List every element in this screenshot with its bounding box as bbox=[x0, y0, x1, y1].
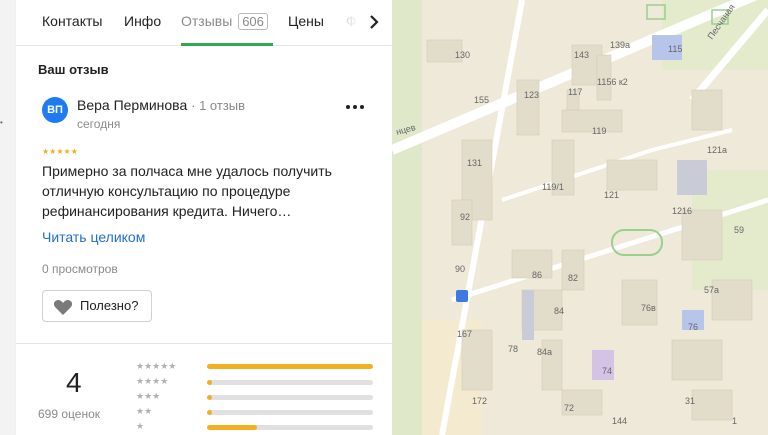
building-number: 78 bbox=[508, 344, 518, 354]
building-number: 121а bbox=[707, 145, 727, 155]
rating-row-bar bbox=[207, 425, 373, 430]
building-number: 131 bbox=[467, 158, 482, 168]
building-number: 57а bbox=[704, 285, 719, 295]
more-dots-icon bbox=[346, 105, 364, 109]
author-name[interactable]: Вера Перминова bbox=[77, 97, 187, 113]
tab-bar: Контакты Инфо Отзывы 606 Цены Ф bbox=[16, 0, 392, 46]
building-number: 1 bbox=[732, 416, 737, 426]
building-number: 76 bbox=[688, 322, 698, 332]
your-review-heading: Ваш отзыв bbox=[38, 62, 109, 77]
rating-bar-fill bbox=[207, 380, 212, 385]
chevron-right-icon bbox=[370, 15, 379, 29]
building-number: 76в bbox=[641, 303, 656, 313]
building-number: 72 bbox=[564, 403, 574, 413]
building-number: 117 bbox=[568, 87, 582, 97]
tabs-next-button[interactable] bbox=[364, 10, 384, 34]
rating-bar-fill bbox=[207, 395, 212, 400]
rating-row-bar bbox=[207, 395, 373, 400]
building-number: 84а bbox=[537, 347, 552, 357]
heart-icon bbox=[53, 300, 73, 315]
rating-bar-fill bbox=[207, 410, 212, 415]
tab-prices[interactable]: Цены bbox=[288, 13, 324, 29]
rating-bar-fill bbox=[207, 364, 373, 369]
rating-value: 4 bbox=[66, 367, 82, 398]
building-number: 144 bbox=[612, 416, 627, 426]
views-count: 0 просмотров bbox=[42, 262, 118, 276]
building-number: 59 bbox=[734, 225, 744, 235]
reviews-panel: Контакты Инфо Отзывы 606 Цены Ф Ваш отзы… bbox=[16, 0, 392, 435]
building-number: 172 bbox=[472, 396, 487, 406]
building-number: 121 bbox=[604, 190, 619, 200]
building-number: 130 bbox=[455, 50, 470, 60]
section-divider bbox=[16, 343, 392, 344]
building-number: 123 bbox=[524, 90, 539, 100]
tab-info[interactable]: Инфо bbox=[124, 13, 161, 29]
building-number: 74 bbox=[602, 366, 612, 376]
rating-row-stars: ★★ bbox=[136, 406, 153, 416]
building-number: 31 bbox=[685, 396, 695, 406]
building-number: 86 bbox=[532, 270, 542, 280]
building-number: 84 bbox=[554, 306, 564, 316]
building-number: 139а bbox=[610, 40, 630, 50]
building-number: 92 bbox=[460, 212, 470, 222]
rating-count: 699 оценок bbox=[38, 407, 100, 421]
review-stars: ★★★★★ bbox=[42, 147, 78, 156]
read-more-link[interactable]: Читать целиком bbox=[42, 229, 145, 245]
review-text: Примерно за полчаса мне удалось получить… bbox=[42, 163, 332, 219]
review-author: Вера Перминова · 1 отзыв bbox=[77, 97, 245, 113]
building-number: 167 bbox=[457, 329, 472, 339]
review-menu-button[interactable] bbox=[344, 99, 366, 115]
rating-row-bar bbox=[207, 380, 373, 385]
building-number: 1156 к2 bbox=[597, 77, 628, 87]
tab-contacts[interactable]: Контакты bbox=[42, 13, 102, 29]
left-edge-mark: • bbox=[0, 118, 3, 127]
left-background-strip bbox=[0, 0, 16, 435]
rating-bar-fill bbox=[207, 425, 257, 430]
rating-row-stars: ★★★ bbox=[136, 391, 161, 401]
building-number: 1216 bbox=[672, 206, 692, 216]
rating-row-bar bbox=[207, 410, 373, 415]
useful-button[interactable]: Полезно? bbox=[42, 290, 152, 322]
review-date: сегодня bbox=[77, 117, 121, 131]
building-number: 119/1 bbox=[542, 182, 564, 192]
reviews-count-badge: 606 bbox=[238, 13, 268, 30]
building-number: 119 bbox=[592, 126, 606, 136]
building-number: 115 bbox=[668, 44, 682, 54]
tab-reviews[interactable]: Отзывы 606 bbox=[181, 13, 268, 30]
rating-row-stars: ★ bbox=[136, 421, 145, 431]
tab-reviews-label: Отзывы bbox=[181, 13, 233, 29]
avatar[interactable]: ВП bbox=[42, 97, 68, 123]
author-review-count: · 1 отзыв bbox=[191, 98, 246, 113]
useful-label: Полезно? bbox=[80, 298, 139, 313]
building-number: 143 bbox=[574, 50, 589, 60]
building-number: 82 bbox=[568, 273, 578, 283]
rating-row-bar bbox=[207, 364, 373, 369]
active-tab-underline bbox=[181, 43, 273, 46]
rating-row-stars: ★★★★★ bbox=[136, 361, 177, 371]
building-number: 90 bbox=[455, 264, 465, 274]
map[interactable]: Песчаная нцев 130 143 139а 115 1156 к2 1… bbox=[392, 0, 768, 435]
rating-row-stars: ★★★★ bbox=[136, 376, 169, 386]
building-number: 155 bbox=[474, 95, 489, 105]
